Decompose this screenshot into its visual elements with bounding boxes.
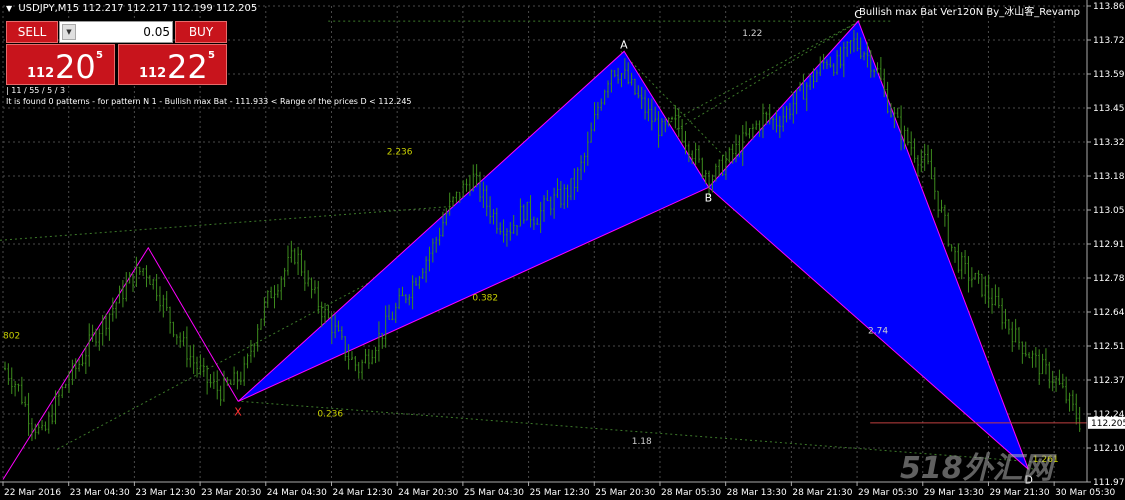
time-tick-label: 24 Mar 04:30 (267, 488, 327, 498)
ask-price-fraction: 5 (208, 50, 215, 61)
time-tick-label: 29 Mar 21:30 (989, 488, 1049, 498)
watermark: 518外汇网 (900, 451, 1053, 486)
buy-button[interactable]: BUY (175, 21, 227, 43)
collapse-triangle-icon[interactable]: ▼ (6, 4, 12, 13)
price-tick-label: 113.860 (1093, 2, 1125, 12)
lot-size-box: ▼ (59, 21, 174, 43)
settings-info-line: | 11 / 55 / 5 / 3 (6, 86, 66, 95)
price-tick-label: 113.185 (1093, 172, 1125, 182)
lot-size-input[interactable] (78, 23, 174, 41)
bid-price-prefix: 112 (27, 66, 55, 81)
ratio-label: 0.382 (472, 294, 498, 304)
current-price-label: 112.205 (1091, 419, 1125, 429)
time-tick-label: 22 Mar 2016 (4, 488, 61, 498)
price-tick-label: 112.375 (1093, 376, 1125, 386)
bid-price-main: 20 (55, 48, 96, 86)
time-tick-label: 28 Mar 05:30 (661, 488, 721, 498)
time-tick-label: 25 Mar 12:30 (530, 488, 590, 498)
price-tick-label: 112.780 (1093, 274, 1125, 284)
ratio-label: 1.22 (742, 29, 762, 39)
time-tick-label: 29 Mar 05:30 (858, 488, 918, 498)
price-tick-label: 113.455 (1093, 104, 1125, 114)
price-tick-label: 113.590 (1093, 70, 1125, 80)
pattern-point-label: X (234, 405, 242, 418)
expert-advisor-title: Bullish max Bat Ver120N By_冰山客_Revamp (859, 7, 1080, 18)
time-tick-label: 29 Mar 13:30 (924, 488, 984, 498)
ratio-label: 2.236 (387, 148, 413, 158)
price-tick-label: 112.510 (1093, 342, 1125, 352)
pattern-point-label: B (705, 191, 713, 204)
price-tick-label: 112.645 (1093, 308, 1125, 318)
time-tick-label: 28 Mar 13:30 (727, 488, 787, 498)
time-tick-label: 25 Mar 20:30 (595, 488, 655, 498)
lot-dropdown-icon[interactable]: ▼ (62, 24, 76, 40)
price-tick-label: 112.105 (1093, 444, 1125, 454)
bid-price-button[interactable]: 112 20 5 (6, 44, 115, 86)
price-axis[interactable]: 113.860 113.725 113.590 113.455 113.320 113.1… (1086, 0, 1125, 488)
price-tick-label: 111.970 (1093, 478, 1125, 488)
time-tick-label: 23 Mar 20:30 (201, 488, 261, 498)
time-tick-label: 23 Mar 04:30 (70, 488, 130, 498)
pattern-point-label: A (620, 38, 628, 51)
price-tick-label: 113.725 (1093, 36, 1125, 46)
time-tick-label: 30 Mar 05:30 (1055, 488, 1115, 498)
pattern-search-info: It is found 0 patterns - for pattern N 1… (6, 97, 412, 106)
price-tick-label: 113.320 (1093, 138, 1125, 148)
price-tick-label: 113.050 (1093, 206, 1125, 216)
sell-button[interactable]: SELL (6, 21, 58, 43)
time-tick-label: 23 Mar 12:30 (135, 488, 195, 498)
ask-price-prefix: 112 (139, 66, 167, 81)
ratio-label: 0.236 (317, 410, 343, 420)
symbol-label: USDJPY,M15 (18, 3, 80, 14)
price-tick-label: 112.915 (1093, 240, 1125, 250)
ask-price-main: 22 (167, 48, 208, 86)
time-tick-label: 24 Mar 12:30 (332, 488, 392, 498)
time-tick-label: 25 Mar 04:30 (464, 488, 524, 498)
symbol-header: ▼ USDJPY,M15 112.217 112.217 112.199 112… (6, 3, 257, 14)
bid-price-fraction: 5 (96, 50, 103, 61)
ratio-label: 2.74 (868, 326, 888, 336)
ask-price-button[interactable]: 112 22 5 (118, 44, 227, 86)
one-click-trading-panel: SELL ▼ BUY 112 20 5 112 22 5 (6, 21, 227, 86)
ratio-label: 1.18 (632, 437, 652, 447)
ratio-label: 802 (3, 331, 20, 341)
time-tick-label: 28 Mar 21:30 (792, 488, 852, 498)
ohlc-values: 112.217 112.217 112.199 112.205 (82, 3, 258, 14)
time-tick-label: 24 Mar 20:30 (398, 488, 458, 498)
